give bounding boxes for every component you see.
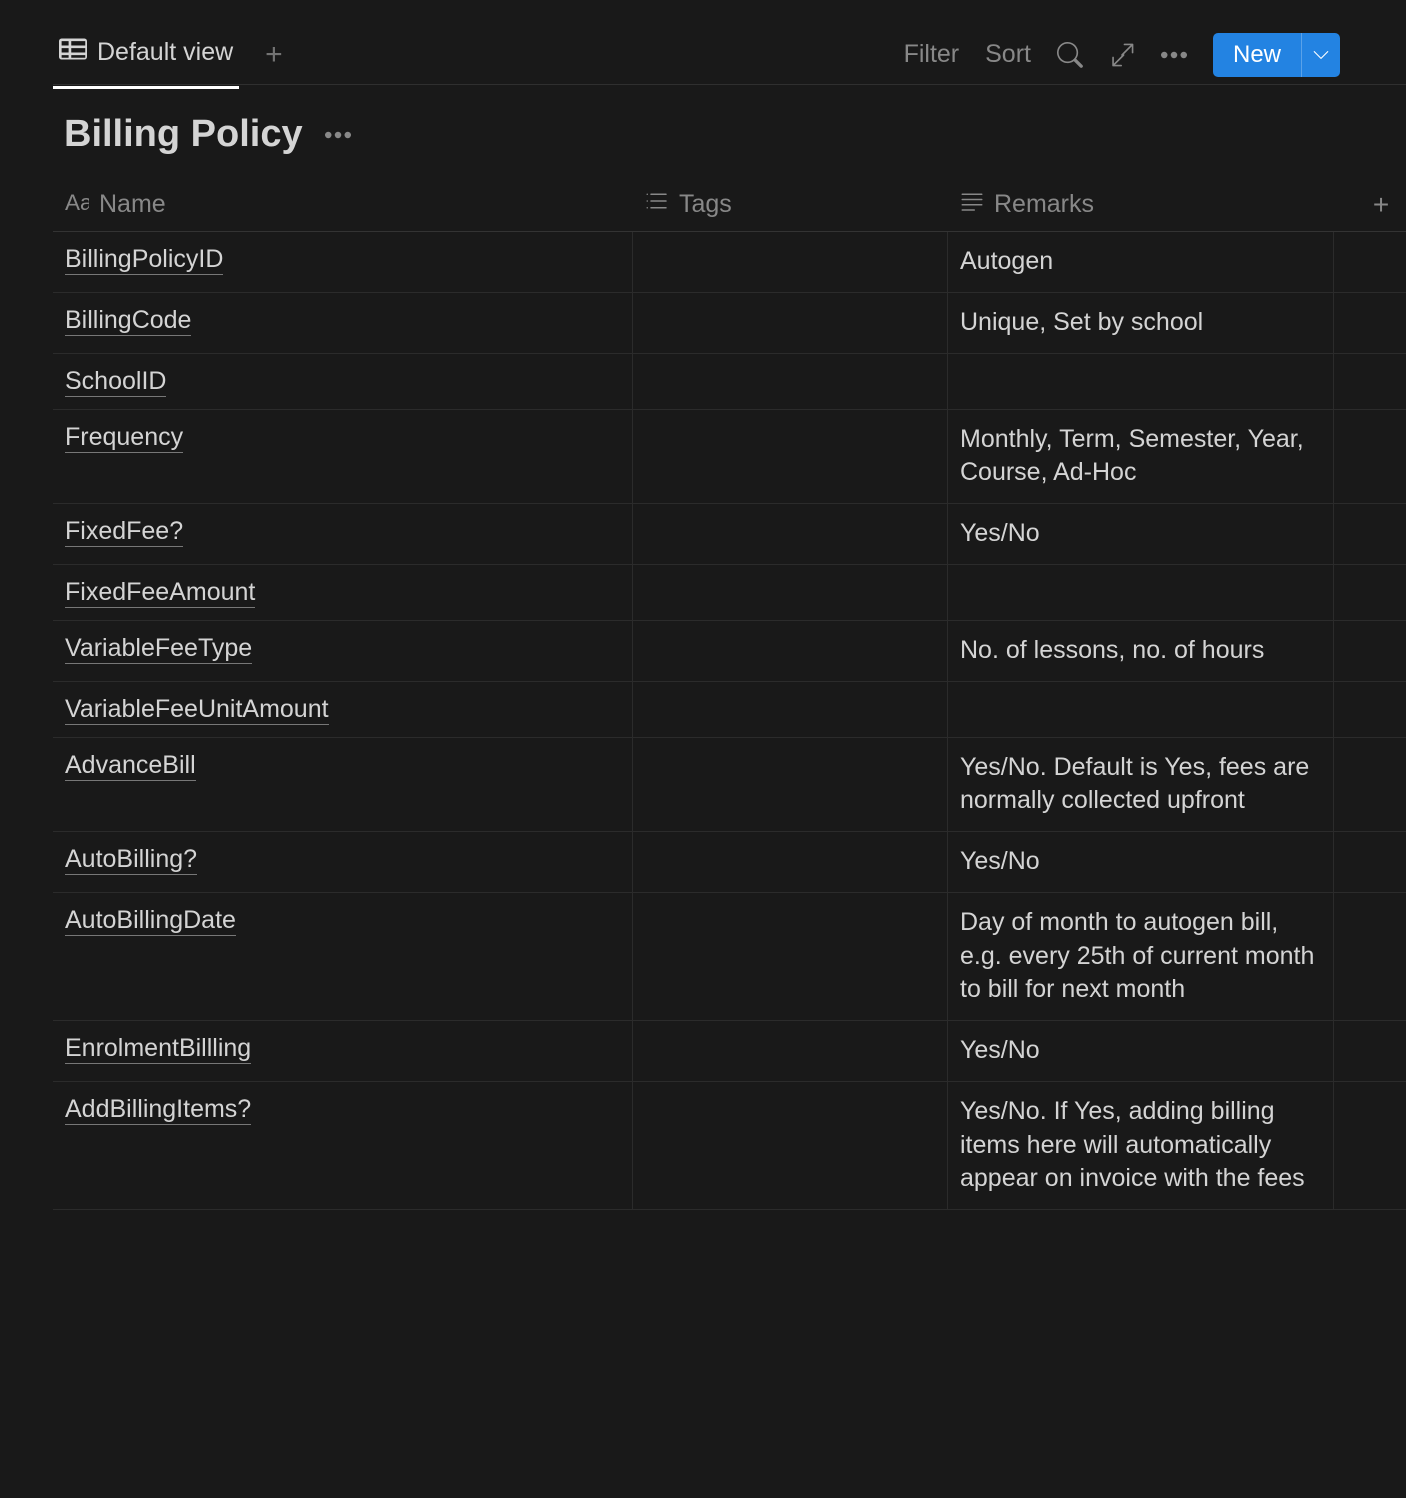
cell-name[interactable]: BillingCode bbox=[53, 293, 633, 353]
table-row[interactable]: AdvanceBill Yes/No. Default is Yes, fees… bbox=[53, 738, 1406, 833]
add-view-button[interactable]: + bbox=[257, 38, 291, 72]
table-row[interactable]: FixedFeeAmount bbox=[53, 565, 1406, 621]
cell-tags[interactable] bbox=[633, 232, 948, 292]
cell-remarks[interactable]: Unique, Set by school bbox=[948, 293, 1334, 353]
new-button[interactable]: New bbox=[1213, 33, 1301, 77]
add-column-button[interactable]: + bbox=[1356, 189, 1406, 221]
cell-remarks[interactable]: No. of lessons, no. of hours bbox=[948, 621, 1334, 681]
table-row[interactable]: VariableFeeType No. of lessons, no. of h… bbox=[53, 621, 1406, 682]
table-row[interactable]: FixedFee? Yes/No bbox=[53, 504, 1406, 565]
table-icon bbox=[59, 35, 87, 70]
cell-tags[interactable] bbox=[633, 1082, 948, 1209]
database-menu-icon[interactable] bbox=[325, 126, 351, 144]
cell-name[interactable]: AdvanceBill bbox=[53, 738, 633, 832]
cell-tags[interactable] bbox=[633, 893, 948, 1020]
cell-remarks[interactable]: Autogen bbox=[948, 232, 1334, 292]
cell-name[interactable]: EnrolmentBillling bbox=[53, 1021, 633, 1081]
cell-tags[interactable] bbox=[633, 410, 948, 504]
cell-name[interactable]: SchoolID bbox=[53, 354, 633, 409]
tab-label: Default view bbox=[97, 38, 233, 67]
cell-name[interactable]: AutoBillingDate bbox=[53, 893, 633, 1020]
cell-remarks[interactable]: Yes/No. If Yes, adding billing items her… bbox=[948, 1082, 1334, 1209]
plus-icon: + bbox=[1373, 189, 1389, 221]
cell-remarks[interactable] bbox=[948, 682, 1334, 737]
column-header-label: Name bbox=[99, 190, 166, 219]
lines-icon bbox=[960, 189, 984, 220]
cell-tags[interactable] bbox=[633, 565, 948, 620]
cell-name[interactable]: VariableFeeUnitAmount bbox=[53, 682, 633, 737]
more-icon[interactable] bbox=[1161, 42, 1187, 68]
search-icon[interactable] bbox=[1057, 42, 1083, 68]
column-header-row: Aa Name Tags Remarks + bbox=[53, 178, 1406, 232]
table-row[interactable]: AddBillingItems? Yes/No. If Yes, adding … bbox=[53, 1082, 1406, 1210]
cell-name[interactable]: Frequency bbox=[53, 410, 633, 504]
cell-remarks[interactable]: Yes/No bbox=[948, 1021, 1334, 1081]
cell-name[interactable]: BillingPolicyID bbox=[53, 232, 633, 292]
cell-name[interactable]: FixedFee? bbox=[53, 504, 633, 564]
table-row[interactable]: AutoBilling? Yes/No bbox=[53, 832, 1406, 893]
cell-remarks[interactable]: Day of month to autogen bill, e.g. every… bbox=[948, 893, 1334, 1020]
cell-tags[interactable] bbox=[633, 738, 948, 832]
cell-name[interactable]: VariableFeeType bbox=[53, 621, 633, 681]
text-type-icon: Aa bbox=[65, 189, 89, 220]
table-row[interactable]: EnrolmentBillling Yes/No bbox=[53, 1021, 1406, 1082]
cell-tags[interactable] bbox=[633, 682, 948, 737]
svg-text:Aa: Aa bbox=[65, 190, 89, 213]
table-row[interactable]: SchoolID bbox=[53, 354, 1406, 410]
cell-tags[interactable] bbox=[633, 293, 948, 353]
cell-tags[interactable] bbox=[633, 832, 948, 892]
column-header-remarks[interactable]: Remarks bbox=[948, 189, 1356, 220]
cell-remarks[interactable]: Yes/No bbox=[948, 504, 1334, 564]
table-row[interactable]: BillingPolicyID Autogen bbox=[53, 232, 1406, 293]
cell-name[interactable]: AddBillingItems? bbox=[53, 1082, 633, 1209]
table-row[interactable]: VariableFeeUnitAmount bbox=[53, 682, 1406, 738]
cell-remarks[interactable] bbox=[948, 354, 1334, 409]
cell-tags[interactable] bbox=[633, 1021, 948, 1081]
tab-default-view[interactable]: Default view bbox=[53, 23, 239, 89]
title-row: Billing Policy bbox=[64, 85, 1406, 178]
table-row[interactable]: Frequency Monthly, Term, Semester, Year,… bbox=[53, 410, 1406, 505]
cell-name[interactable]: FixedFeeAmount bbox=[53, 565, 633, 620]
column-header-label: Remarks bbox=[994, 190, 1094, 219]
column-header-label: Tags bbox=[679, 190, 732, 219]
cell-remarks[interactable]: Yes/No bbox=[948, 832, 1334, 892]
cell-tags[interactable] bbox=[633, 354, 948, 409]
table-row[interactable]: AutoBillingDate Day of month to autogen … bbox=[53, 893, 1406, 1021]
cell-remarks[interactable] bbox=[948, 565, 1334, 620]
cell-remarks[interactable]: Monthly, Term, Semester, Year, Course, A… bbox=[948, 410, 1334, 504]
expand-icon[interactable] bbox=[1109, 42, 1135, 68]
cell-name[interactable]: AutoBilling? bbox=[53, 832, 633, 892]
list-icon bbox=[645, 189, 669, 220]
column-header-name[interactable]: Aa Name bbox=[53, 189, 633, 220]
sort-button[interactable]: Sort bbox=[985, 40, 1031, 69]
chevron-down-icon bbox=[1312, 46, 1330, 64]
cell-remarks[interactable]: Yes/No. Default is Yes, fees are normall… bbox=[948, 738, 1334, 832]
cell-tags[interactable] bbox=[633, 504, 948, 564]
new-dropdown-button[interactable] bbox=[1301, 33, 1340, 77]
cell-tags[interactable] bbox=[633, 621, 948, 681]
database-title[interactable]: Billing Policy bbox=[64, 113, 303, 156]
table-row[interactable]: BillingCode Unique, Set by school bbox=[53, 293, 1406, 354]
tabs-row: Default view + Filter Sort New bbox=[53, 25, 1406, 85]
column-header-tags[interactable]: Tags bbox=[633, 189, 948, 220]
filter-button[interactable]: Filter bbox=[904, 40, 960, 69]
